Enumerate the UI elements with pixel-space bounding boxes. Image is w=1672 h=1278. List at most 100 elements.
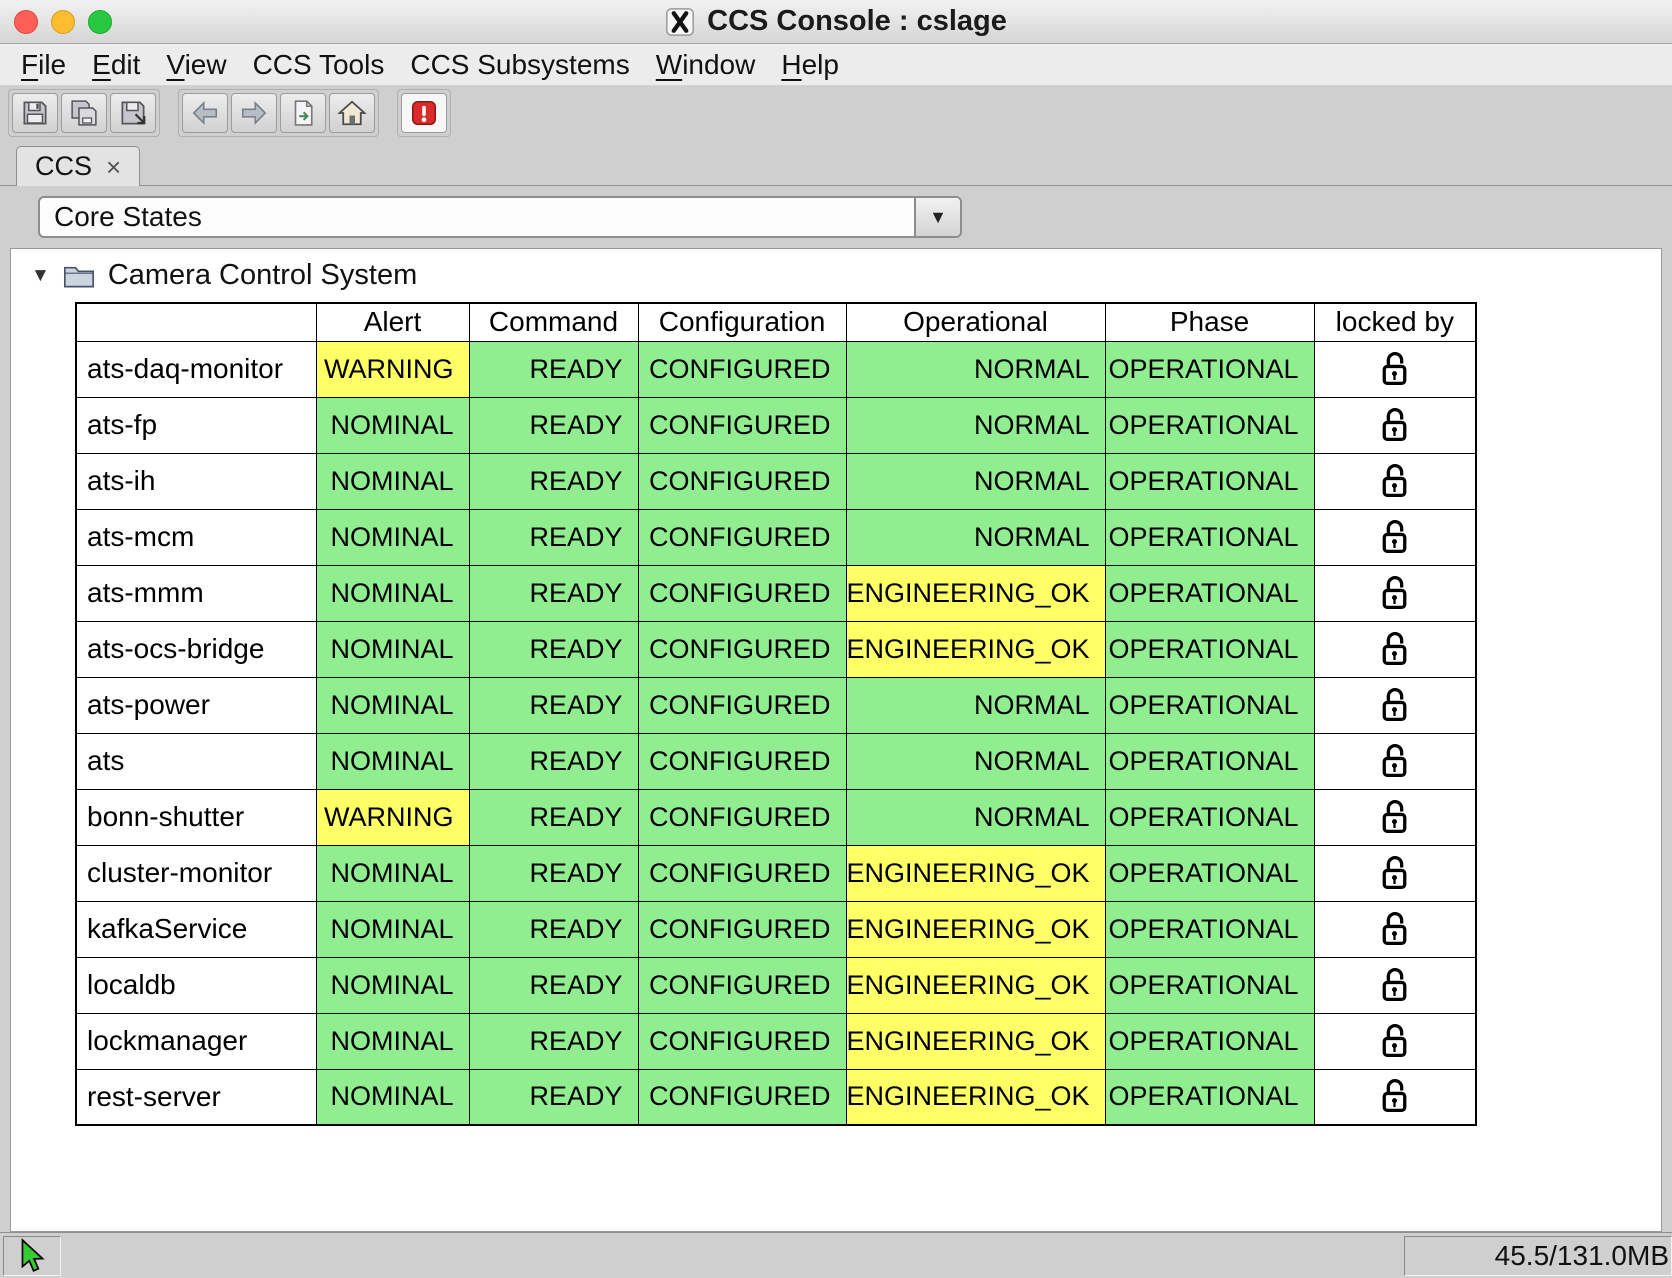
alert-cell[interactable]: NOMINAL [316,621,469,677]
alert-cell[interactable]: NOMINAL [316,1069,469,1125]
operational-cell[interactable]: ENGINEERING_OK [846,901,1105,957]
alert-cell[interactable]: NOMINAL [316,397,469,453]
command-cell[interactable]: READY [469,397,638,453]
operational-cell[interactable]: NORMAL [846,733,1105,789]
phase-cell[interactable]: OPERATIONAL [1105,733,1314,789]
menu-item-edit[interactable]: Edit [79,49,153,81]
table-row[interactable]: cluster-monitor NOMINAL READY CONFIGURED… [76,845,1476,901]
subsystem-name-cell[interactable]: ats-power [76,677,316,733]
configuration-cell[interactable]: CONFIGURED [638,1069,846,1125]
command-cell[interactable]: READY [469,957,638,1013]
table-row[interactable]: ats-mcm NOMINAL READY CONFIGURED NORMAL … [76,509,1476,565]
operational-cell[interactable]: ENGINEERING_OK [846,565,1105,621]
alert-cell[interactable]: NOMINAL [316,901,469,957]
save-as-button[interactable] [110,93,156,133]
tab-ccs[interactable]: CCS × [16,146,140,186]
tree-expander-icon[interactable]: ▼ [31,265,50,287]
locked-by-cell[interactable] [1314,845,1476,901]
locked-by-cell[interactable] [1314,397,1476,453]
operational-cell[interactable]: ENGINEERING_OK [846,957,1105,1013]
alert-cell[interactable]: WARNING [316,341,469,397]
alert-cell[interactable]: NOMINAL [316,565,469,621]
save-button[interactable] [12,93,58,133]
alerts-button[interactable] [401,93,447,133]
back-button[interactable] [182,93,228,133]
operational-cell[interactable]: NORMAL [846,397,1105,453]
alert-cell[interactable]: NOMINAL [316,957,469,1013]
menu-item-view[interactable]: View [153,49,239,81]
menu-item-help[interactable]: Help [768,49,852,81]
subsystem-name-cell[interactable]: bonn-shutter [76,789,316,845]
locked-by-cell[interactable] [1314,509,1476,565]
configuration-cell[interactable]: CONFIGURED [638,733,846,789]
subsystem-name-cell[interactable]: ats-ocs-bridge [76,621,316,677]
save-all-button[interactable] [61,93,107,133]
tab-close-icon[interactable]: × [106,154,121,180]
locked-by-cell[interactable] [1314,1069,1476,1125]
table-row[interactable]: rest-server NOMINAL READY CONFIGURED ENG… [76,1069,1476,1125]
table-row[interactable]: ats-daq-monitor WARNING READY CONFIGURED… [76,341,1476,397]
table-row[interactable]: ats-power NOMINAL READY CONFIGURED NORMA… [76,677,1476,733]
locked-by-cell[interactable] [1314,677,1476,733]
phase-cell[interactable]: OPERATIONAL [1105,1013,1314,1069]
command-cell[interactable]: READY [469,733,638,789]
close-window-button[interactable] [14,10,38,34]
configuration-cell[interactable]: CONFIGURED [638,453,846,509]
table-row[interactable]: ats-fp NOMINAL READY CONFIGURED NORMAL O… [76,397,1476,453]
command-cell[interactable]: READY [469,901,638,957]
menu-item-window[interactable]: Window [643,49,769,81]
refresh-page-button[interactable] [280,93,326,133]
phase-cell[interactable]: OPERATIONAL [1105,789,1314,845]
configuration-cell[interactable]: CONFIGURED [638,1013,846,1069]
operational-cell[interactable]: ENGINEERING_OK [846,1069,1105,1125]
phase-cell[interactable]: OPERATIONAL [1105,509,1314,565]
command-cell[interactable]: READY [469,1013,638,1069]
subsystem-name-cell[interactable]: ats-daq-monitor [76,341,316,397]
locked-by-cell[interactable] [1314,453,1476,509]
alert-cell[interactable]: NOMINAL [316,733,469,789]
alert-cell[interactable]: WARNING [316,789,469,845]
menu-item-ccs-subsystems[interactable]: CCS Subsystems [397,49,642,81]
subsystem-name-cell[interactable]: ats-mmm [76,565,316,621]
phase-cell[interactable]: OPERATIONAL [1105,901,1314,957]
table-row[interactable]: bonn-shutter WARNING READY CONFIGURED NO… [76,789,1476,845]
locked-by-cell[interactable] [1314,957,1476,1013]
subsystem-name-cell[interactable]: rest-server [76,1069,316,1125]
subsystem-name-cell[interactable]: kafkaService [76,901,316,957]
command-cell[interactable]: READY [469,565,638,621]
locked-by-cell[interactable] [1314,789,1476,845]
alert-cell[interactable]: NOMINAL [316,453,469,509]
operational-cell[interactable]: NORMAL [846,341,1105,397]
table-row[interactable]: ats-ih NOMINAL READY CONFIGURED NORMAL O… [76,453,1476,509]
subsystem-name-cell[interactable]: ats-mcm [76,509,316,565]
subsystem-name-cell[interactable]: cluster-monitor [76,845,316,901]
operational-cell[interactable]: NORMAL [846,677,1105,733]
command-cell[interactable]: READY [469,677,638,733]
locked-by-cell[interactable] [1314,733,1476,789]
phase-cell[interactable]: OPERATIONAL [1105,565,1314,621]
zoom-window-button[interactable] [88,10,112,34]
locked-by-cell[interactable] [1314,341,1476,397]
alert-cell[interactable]: NOMINAL [316,845,469,901]
menu-item-ccs-tools[interactable]: CCS Tools [240,49,398,81]
configuration-cell[interactable]: CONFIGURED [638,397,846,453]
locked-by-cell[interactable] [1314,901,1476,957]
operational-cell[interactable]: ENGINEERING_OK [846,845,1105,901]
phase-cell[interactable]: OPERATIONAL [1105,957,1314,1013]
forward-button[interactable] [231,93,277,133]
table-row[interactable]: ats NOMINAL READY CONFIGURED NORMAL OPER… [76,733,1476,789]
command-cell[interactable]: READY [469,509,638,565]
phase-cell[interactable]: OPERATIONAL [1105,397,1314,453]
alert-cell[interactable]: NOMINAL [316,509,469,565]
alert-cell[interactable]: NOMINAL [316,677,469,733]
phase-cell[interactable]: OPERATIONAL [1105,1069,1314,1125]
subsystem-name-cell[interactable]: ats-fp [76,397,316,453]
locked-by-cell[interactable] [1314,565,1476,621]
phase-cell[interactable]: OPERATIONAL [1105,845,1314,901]
command-cell[interactable]: READY [469,789,638,845]
configuration-cell[interactable]: CONFIGURED [638,621,846,677]
operational-cell[interactable]: NORMAL [846,453,1105,509]
configuration-cell[interactable]: CONFIGURED [638,565,846,621]
command-cell[interactable]: READY [469,621,638,677]
view-selector-combobox[interactable]: Core States ▼ [38,196,962,238]
